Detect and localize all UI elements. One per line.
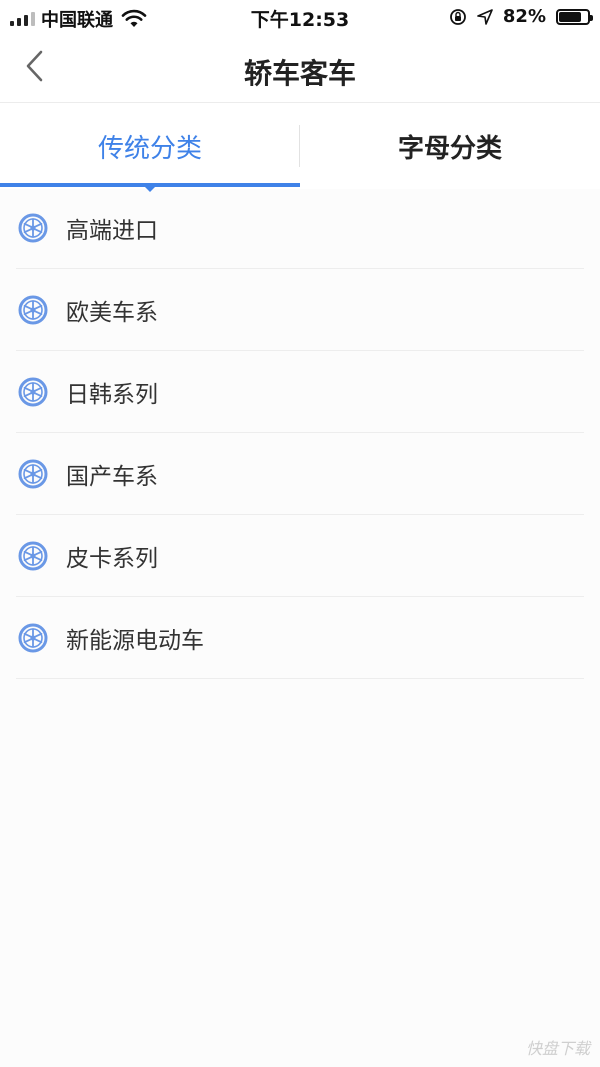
page-title: 轿车客车 <box>243 57 356 90</box>
tab-traditional[interactable]: 传统分类 <box>0 103 300 189</box>
orientation-lock-icon <box>450 8 466 25</box>
list-item-label: 皮卡系列 <box>66 545 158 572</box>
wheel-icon <box>18 213 48 243</box>
list-item[interactable]: 皮卡系列 <box>16 515 584 597</box>
tab-alphabetical[interactable]: 字母分类 <box>300 103 600 189</box>
list-item[interactable]: 日韩系列 <box>16 351 584 433</box>
location-arrow-icon <box>477 8 493 25</box>
wheel-icon <box>18 377 48 407</box>
battery-percent: 82% <box>502 6 546 27</box>
list-item[interactable]: 国产车系 <box>16 433 584 515</box>
list-item-label: 国产车系 <box>66 463 158 490</box>
wheel-icon <box>18 459 48 489</box>
battery-fill <box>559 11 582 22</box>
list-item-label: 新能源电动车 <box>66 627 204 654</box>
category-list: 高端进口欧美车系日韩系列国产车系皮卡系列新能源电动车 <box>0 187 600 679</box>
watermark: 快盘下载 <box>525 1039 590 1058</box>
wheel-icon <box>18 623 48 653</box>
category-tabs: 传统分类 字母分类 <box>0 103 600 189</box>
list-item[interactable]: 高端进口 <box>16 187 584 269</box>
list-item-label: 欧美车系 <box>66 299 158 326</box>
nav-bar: 轿车客车 <box>0 34 600 103</box>
status-right: 82% <box>449 6 593 27</box>
list-item[interactable]: 新能源电动车 <box>16 597 584 679</box>
wheel-icon <box>18 295 48 325</box>
wheel-icon <box>18 541 48 571</box>
list-item-label: 高端进口 <box>66 217 158 244</box>
list-item[interactable]: 欧美车系 <box>16 269 584 351</box>
status-bar: 中国联通 下午12:53 82% <box>0 0 600 34</box>
list-item-label: 日韩系列 <box>66 381 158 408</box>
battery-icon <box>556 8 593 25</box>
